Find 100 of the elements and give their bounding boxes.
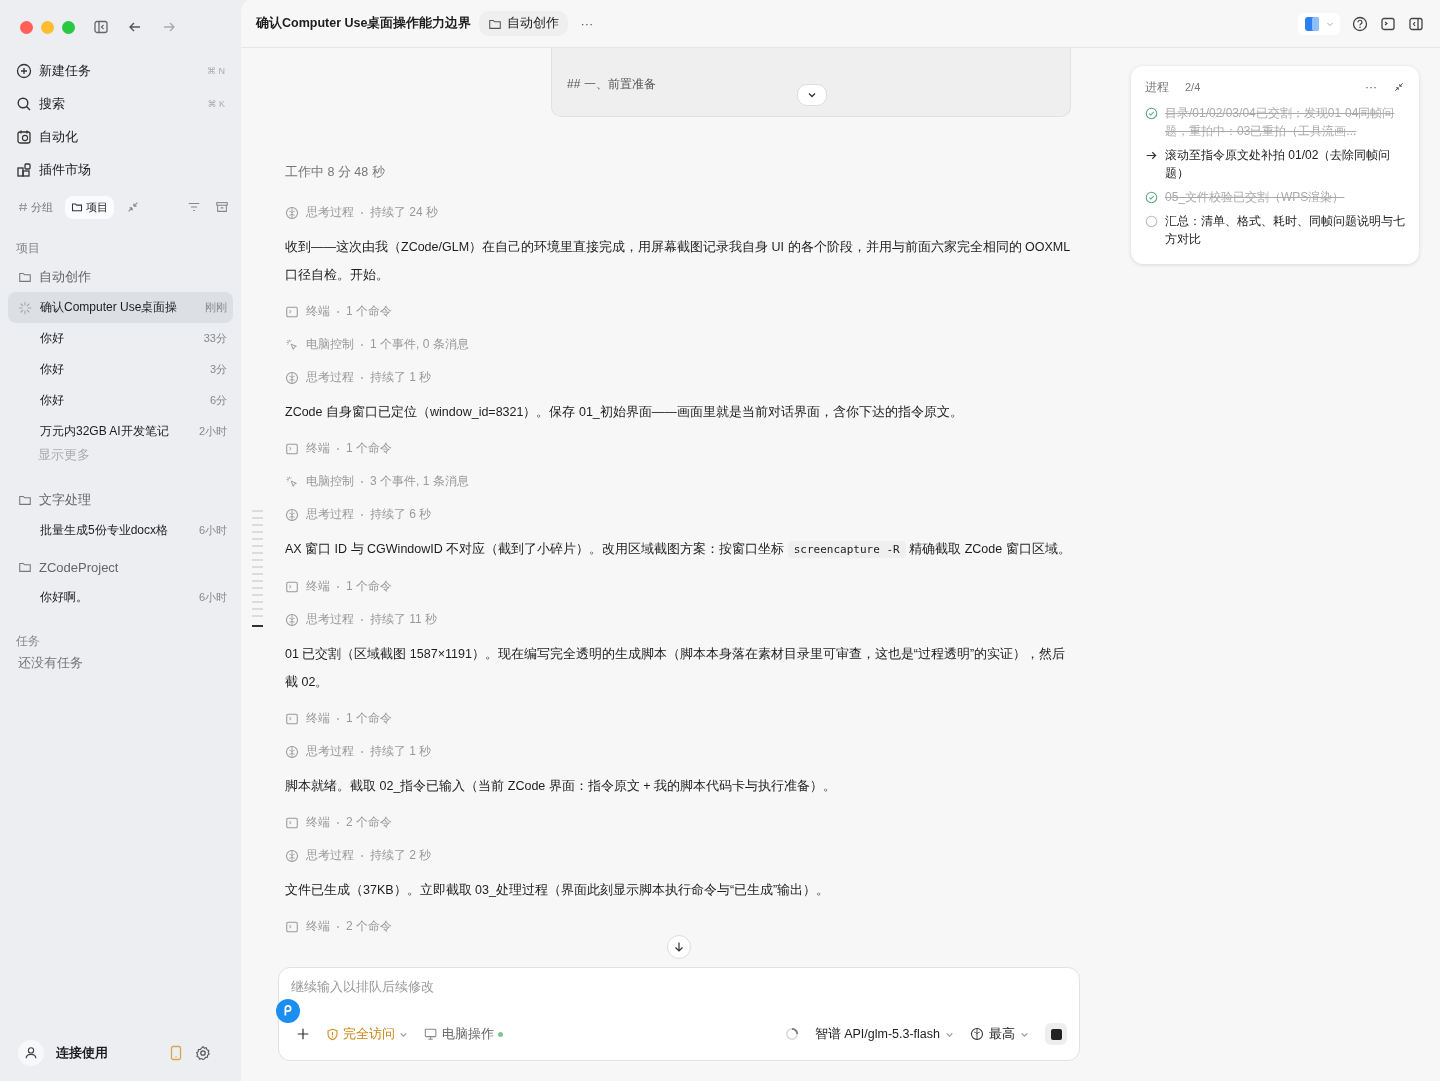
- help-icon[interactable]: [1352, 15, 1368, 32]
- step-detail: 持续了 11 秒: [370, 611, 438, 628]
- progress-step: 目录/01/02/03/04已交割；发现01-04同帧问题，重拍中：03已重拍（工具流画...: [1165, 104, 1405, 140]
- working-status: 工作中 8 分 48 秒: [285, 164, 386, 181]
- brain-icon: [970, 1027, 984, 1041]
- assistant-message: 收到——这次由我（ZCode/GLM）在自己的环境里直接完成，用屏幕截图记录我自身 UI 的各个阶段，并用与前面六家完全相同的 OOXML 口径自检。开始。: [285, 239, 1071, 284]
- brain-icon: [285, 205, 299, 220]
- step-detail: 1 个命令: [346, 578, 392, 595]
- more-button[interactable]: ···: [580, 16, 594, 31]
- step-detail: 持续了 2 秒: [370, 847, 432, 864]
- terminal-icon: [285, 919, 299, 934]
- progress-count: 2/4: [1185, 81, 1201, 93]
- panel-toggle-icon[interactable]: [1408, 15, 1424, 32]
- task-item[interactable]: 确认Computer Use桌面操 刚刚: [8, 292, 233, 323]
- message-composer[interactable]: 继续输入以排队后续修改 完全访问 电脑操作 智谱 API/glm-5.3-flash 最高: [278, 967, 1080, 1061]
- assistant-message: 01 已交割（区域截图 1587×1191）。现在编写完全透明的生成脚本（脚本本身落在素材目录里可审查，这也是“过程透明”的实证），然后截 02。: [285, 646, 1067, 691]
- add-icon[interactable]: [296, 1027, 310, 1041]
- zoom-window-button[interactable]: [62, 20, 75, 34]
- shortcut-hint: ⌘ N: [207, 65, 225, 76]
- folder-icon: [18, 270, 32, 284]
- filter-icon[interactable]: [187, 200, 201, 214]
- task-item[interactable]: 批量生成5份专业docx格 6小时: [8, 515, 233, 546]
- scroll-marker[interactable]: [252, 625, 263, 627]
- archive-icon[interactable]: [215, 200, 229, 214]
- access-dropdown[interactable]: 完全访问: [326, 1025, 408, 1043]
- brain-icon: [285, 848, 299, 863]
- step-detail: 持续了 1 秒: [370, 369, 432, 386]
- cursor-click-icon: [285, 337, 299, 352]
- arrow-icon: [1145, 149, 1158, 162]
- nav-item[interactable]: 自动化: [8, 120, 233, 153]
- minimize-window-button[interactable]: [41, 20, 54, 34]
- nav-item[interactable]: 新建任务 ⌘ N: [8, 54, 233, 87]
- connect-label[interactable]: 连接使用: [56, 1044, 108, 1062]
- shield-icon: [326, 1027, 339, 1041]
- effort-dropdown[interactable]: 最高: [970, 1025, 1029, 1043]
- terminal-icon: [285, 815, 299, 830]
- brain-icon: [285, 370, 299, 385]
- terminal-icon: [285, 579, 299, 594]
- app-picker[interactable]: [1298, 12, 1340, 35]
- stop-button[interactable]: [1045, 1023, 1067, 1045]
- step-detail: 2 个命令: [346, 918, 392, 935]
- task-item[interactable]: 你好 33分: [8, 323, 233, 354]
- check-circle-icon: [1145, 191, 1158, 204]
- terminal-icon[interactable]: [1380, 15, 1396, 32]
- project-item[interactable]: 文字处理: [8, 485, 233, 515]
- step-detail: 1 个命令: [346, 710, 392, 727]
- arrow-down-icon: [673, 941, 685, 953]
- assistant-message: 脚本就绪。截取 02_指令已输入（当前 ZCode 界面：指令原文 + 我的脚本代码卡与执行准备）。: [285, 778, 838, 795]
- shortcut-hint: ⌘ K: [207, 98, 225, 109]
- app-icon: [1304, 15, 1320, 32]
- hash-icon: [18, 202, 28, 212]
- empty-circle-icon: [1145, 215, 1158, 228]
- terminal-icon: [285, 441, 299, 456]
- task-title: 确认Computer Use桌面操作能力边界: [256, 15, 472, 32]
- task-item[interactable]: 你好 3分: [8, 354, 233, 385]
- step-detail: 1 个命令: [346, 440, 392, 457]
- brain-icon: [285, 612, 299, 627]
- scroll-down-button[interactable]: [667, 935, 691, 959]
- more-button[interactable]: ···: [1365, 80, 1377, 94]
- step-detail: 持续了 24 秒: [370, 204, 438, 221]
- markdown-heading: ## 一、前置准备: [567, 77, 656, 91]
- settings-icon[interactable]: [195, 1045, 211, 1061]
- project-item[interactable]: ZCodeProject: [8, 552, 233, 582]
- section-heading: 项目: [15, 240, 41, 257]
- step-detail: 1 个命令: [346, 303, 392, 320]
- view-tab[interactable]: 项目: [65, 195, 114, 219]
- progress-step: 05_文件校验已交割（WPS渲染）: [1165, 188, 1345, 206]
- sidebar-toggle-icon[interactable]: [93, 19, 109, 35]
- task-item[interactable]: 你好 6分: [8, 385, 233, 416]
- brain-icon: [285, 507, 299, 522]
- brain-icon: [285, 744, 299, 759]
- task-item[interactable]: 你好啊。 6小时: [8, 582, 233, 613]
- nav-item[interactable]: 搜索 ⌘ K: [8, 87, 233, 120]
- nav-item[interactable]: 插件市场: [8, 153, 233, 186]
- project-chip[interactable]: 自动创作: [479, 11, 569, 36]
- cursor-click-icon: [285, 474, 299, 489]
- folder-icon: [18, 560, 32, 574]
- assistant-message: ZCode 自身窗口已定位（window_id=8321）。保存 01_初始界面——画面里就是当前对话界面，含你下达的指令原文。: [285, 404, 964, 421]
- progress-step: 滚动至指令原文处补拍 01/02（去除同帧问题）: [1165, 146, 1405, 182]
- step-detail: 持续了 6 秒: [370, 506, 432, 523]
- close-window-button[interactable]: [20, 20, 33, 34]
- view-tab[interactable]: 分组: [12, 195, 59, 219]
- computer-use-toggle[interactable]: 电脑操作: [424, 1025, 503, 1043]
- calendar-clock-icon: [16, 128, 32, 145]
- assistant-message: 文件已生成（37KB）。立即截取 03_处理过程（界面此刻显示脚本执行命令与“已生成”输出）。: [285, 882, 831, 899]
- expand-button[interactable]: [797, 84, 827, 106]
- inline-code: screencapture -R: [787, 541, 906, 558]
- collapse-icon[interactable]: [1393, 81, 1405, 93]
- terminal-icon: [285, 304, 299, 319]
- step-detail: 持续了 1 秒: [370, 743, 432, 760]
- add-icon: [16, 62, 32, 79]
- collapse-icon[interactable]: [126, 200, 140, 214]
- phone-icon[interactable]: [169, 1045, 183, 1061]
- project-item[interactable]: 自动创作: [8, 262, 233, 292]
- user-avatar[interactable]: [18, 1040, 44, 1066]
- model-dropdown[interactable]: 智谱 API/glm-5.3-flash: [814, 1025, 954, 1043]
- task-item[interactable]: 万元内32GB AI开发笔记 2小时: [8, 416, 233, 447]
- assistant-message: AX 窗口 ID 与 CGWindowID 不对应（截到了小碎片）。改用区域截图方案：按窗口坐标 screencapture -R 精确截取 ZCode 窗口区域。: [285, 540, 1072, 560]
- empty-message: 还没有任务: [17, 655, 84, 672]
- loading-spinner-icon: [784, 1027, 799, 1041]
